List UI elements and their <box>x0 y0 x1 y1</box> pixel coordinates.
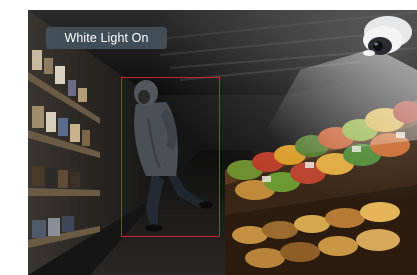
white-light-status-badge: White Light On <box>46 27 167 49</box>
person-detection-box <box>121 77 220 237</box>
camera-feed: White Light On <box>0 0 417 275</box>
